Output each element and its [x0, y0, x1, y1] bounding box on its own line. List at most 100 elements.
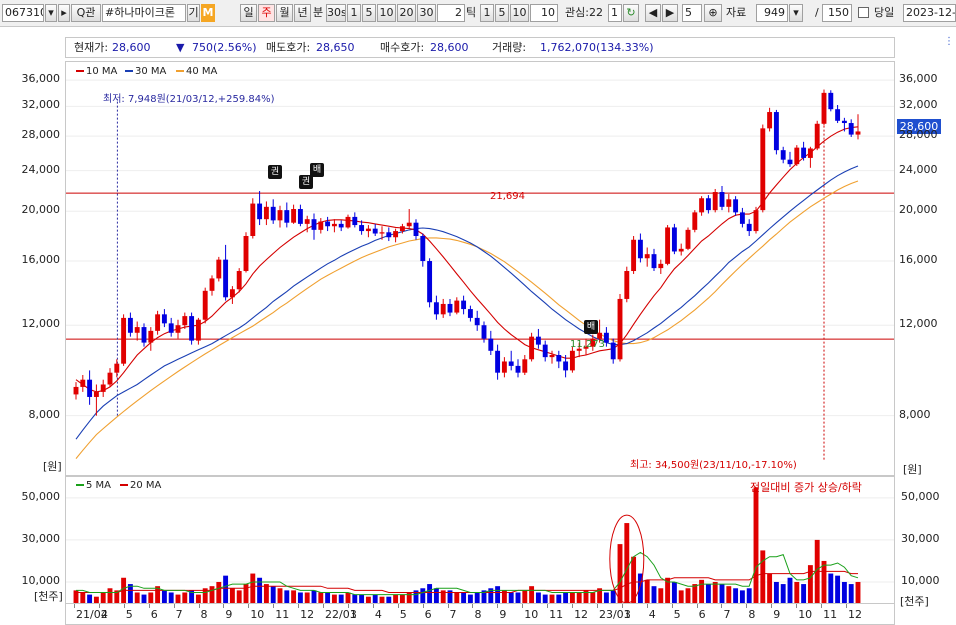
volume-bar — [270, 586, 276, 603]
candle — [447, 298, 453, 317]
date-input[interactable]: 2023-12-2 — [903, 4, 956, 22]
candle — [406, 209, 412, 229]
volume-bar — [712, 581, 718, 603]
refresh-icon[interactable]: ↻ — [623, 4, 639, 22]
gi-button[interactable]: 기 — [187, 4, 200, 22]
watch-label: 관심:22 — [565, 6, 603, 19]
min-20-button[interactable]: 20 — [397, 4, 416, 22]
period-month-button[interactable]: 월 — [276, 4, 293, 22]
play-icon[interactable]: ▸ — [58, 4, 70, 22]
candle — [726, 194, 732, 213]
view-count-input[interactable]: 150 — [822, 4, 852, 22]
candle — [631, 235, 637, 274]
tick-value-input[interactable]: 10 — [530, 4, 558, 22]
candle-body — [297, 209, 303, 224]
ref-line-high-label: 21,694 — [490, 191, 525, 202]
min-30-button[interactable]: 30 — [417, 4, 436, 22]
volume-bar — [719, 584, 725, 603]
price-unit-left: [원] — [43, 460, 62, 473]
price-chart-svg[interactable] — [66, 62, 894, 475]
candle-body — [399, 226, 405, 232]
x-tick — [846, 604, 847, 608]
settings-grid-icon[interactable]: ⋮⋮ — [944, 36, 956, 47]
min-5-button[interactable]: 5 — [362, 4, 376, 22]
today-checkbox[interactable] — [858, 7, 869, 18]
sec30-button[interactable]: 30s — [326, 4, 346, 22]
period-year-button[interactable]: 년 — [294, 4, 311, 22]
candle-body — [501, 361, 507, 373]
volume-chart-svg[interactable] — [66, 477, 894, 603]
price-y-tick-right: 28,000 — [899, 128, 938, 142]
candle-body — [406, 222, 412, 227]
candle — [229, 286, 235, 304]
candle-body — [807, 148, 813, 158]
candle-body — [161, 314, 167, 324]
volume-bar — [835, 575, 841, 603]
candle — [678, 243, 684, 256]
volume-bar — [569, 592, 575, 603]
candle — [209, 275, 215, 296]
m-badge[interactable]: M — [201, 4, 215, 22]
data-count-input[interactable]: 949 — [756, 4, 788, 22]
slash-label: / — [815, 6, 819, 19]
volume-bar — [304, 592, 310, 603]
tick-10-button[interactable]: 10 — [510, 4, 529, 22]
candle — [270, 199, 276, 224]
candle-body — [488, 338, 494, 351]
search-icon: Q — [76, 6, 86, 19]
candle — [488, 330, 494, 356]
candle — [787, 151, 793, 167]
volume-bar — [773, 581, 779, 603]
candle — [284, 202, 290, 228]
candle — [134, 321, 140, 341]
candle — [263, 201, 269, 226]
x-tick-label: 6 — [150, 608, 158, 621]
volume-bar — [515, 592, 521, 603]
period-day-button[interactable]: 일 — [240, 4, 257, 22]
candle-body — [250, 203, 256, 236]
volume-bar — [467, 594, 473, 603]
candle-body — [359, 225, 365, 232]
ask-label: 매도호가: — [266, 41, 311, 54]
x-tick-label: 4 — [100, 608, 108, 621]
candle — [529, 332, 535, 362]
volume-bar — [522, 590, 528, 603]
tick-1-button[interactable]: 1 — [480, 4, 494, 22]
volume-bar — [801, 584, 807, 603]
x-tick-label: 7 — [175, 608, 183, 621]
watch-value-input[interactable]: 1 — [608, 4, 622, 22]
search-button[interactable]: Q관 — [71, 4, 101, 22]
min-value-input[interactable]: 2 — [437, 4, 465, 22]
candle — [542, 340, 548, 362]
price-chart-panel[interactable] — [65, 61, 895, 476]
volume-chart-panel[interactable] — [65, 476, 895, 604]
prev-icon[interactable]: ◀ — [645, 4, 661, 22]
tick-5-button[interactable]: 5 — [495, 4, 509, 22]
zoom-icon[interactable]: ⊕ — [704, 4, 722, 22]
step-input[interactable]: 5 — [682, 4, 702, 22]
code-dropdown-button[interactable]: ▾ — [45, 4, 57, 22]
min-10-button[interactable]: 10 — [377, 4, 396, 22]
stock-name-input[interactable]: #하나마이크론 — [102, 4, 186, 22]
candle — [433, 295, 439, 320]
x-tick — [347, 604, 349, 608]
candle — [141, 323, 147, 347]
volume-bar — [658, 588, 664, 603]
stock-code-input[interactable]: 067310 — [2, 4, 44, 22]
volume-bar — [277, 588, 283, 603]
volume-bar — [685, 588, 691, 603]
x-tick — [198, 604, 200, 608]
candle-body — [291, 209, 297, 223]
x-tick — [821, 604, 823, 608]
x-tick-label: 8 — [474, 608, 482, 621]
volume-bar — [420, 588, 426, 603]
candle — [216, 256, 222, 282]
min-1-button[interactable]: 1 — [347, 4, 361, 22]
event-badge-3: 배 — [310, 163, 324, 177]
x-tick-label: 6 — [424, 608, 432, 621]
x-tick — [796, 604, 798, 608]
period-week-button[interactable]: 주 — [258, 4, 275, 22]
next-icon[interactable]: ▶ — [662, 4, 678, 22]
chevron-down-icon[interactable]: ▾ — [789, 4, 803, 22]
candle — [236, 268, 242, 293]
